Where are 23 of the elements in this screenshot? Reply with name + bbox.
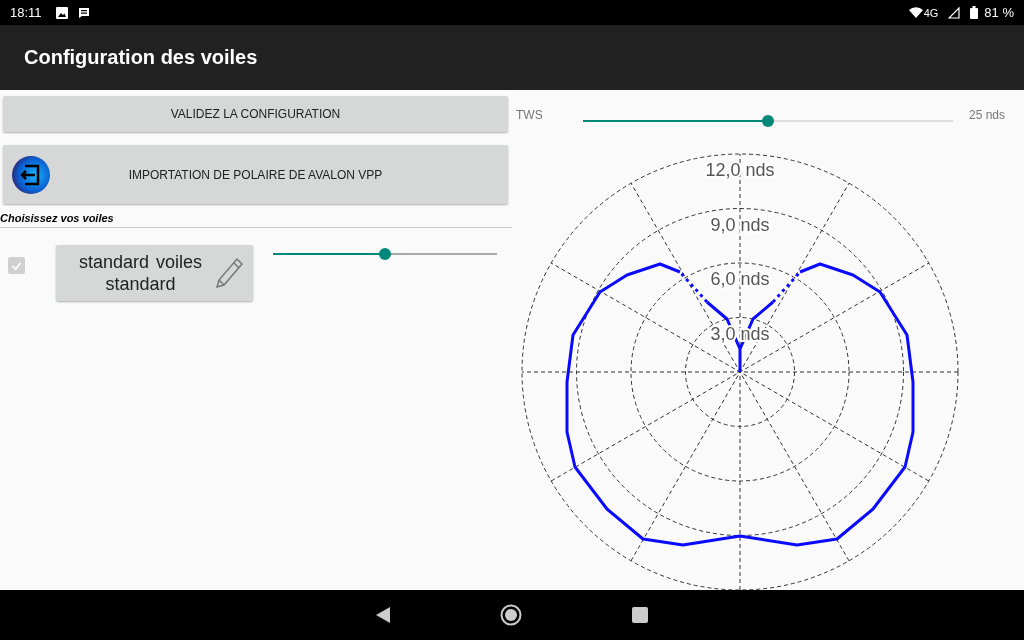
network-type: 4G [923,6,939,19]
wifi-icon [908,7,923,18]
battery-icon [970,6,979,19]
wind-speed-reading: 25 nds [969,108,1006,122]
signal-icon [948,6,961,19]
ring-label: 9,0 nds [710,214,770,235]
section-label: Choisissez vos voiles [0,212,512,228]
clock-time: 18:11 [10,5,42,20]
validate-button[interactable]: VALIDEZ LA CONFIGURATION [3,96,508,132]
import-button[interactable]: IMPORTATION DE POLAIRE DE AVALON VPP [3,145,508,204]
ring-label: 6,0 nds [710,269,770,289]
home-icon[interactable] [500,604,522,626]
tws-label: TWS [516,108,544,122]
back-icon[interactable] [376,607,390,623]
import-icon [11,154,51,195]
app-title: Configuration des voiles [24,46,258,69]
pencil-icon [215,257,243,289]
image-icon [55,6,68,19]
slider-thumb[interactable] [762,115,774,127]
slider-thumb[interactable] [379,248,391,260]
ring-label: 12,0 nds [705,160,775,180]
battery-percent: 81 % [984,5,1014,20]
notification-icon [77,6,90,19]
